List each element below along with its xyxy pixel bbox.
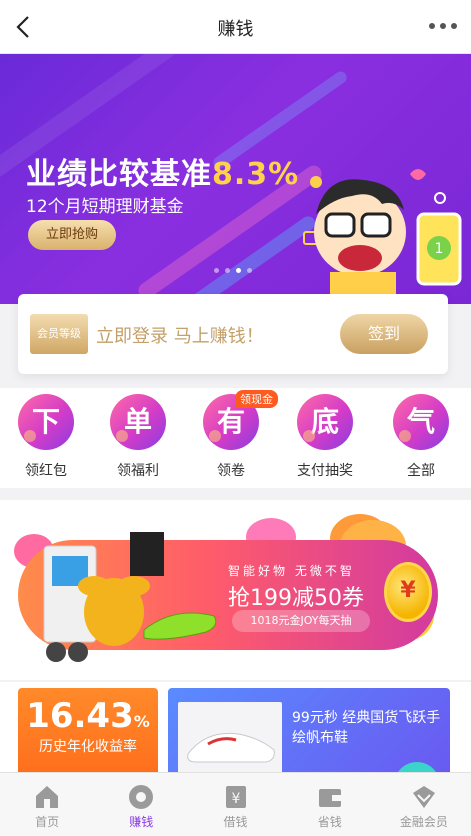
top-nav-bar: 赚钱 <box>0 0 471 54</box>
buy-now-button[interactable]: 立即抢购 <box>28 220 116 250</box>
product-cards: 16.43% 历史年化收益率 99元秒 经典国货飞跃手绘帆布鞋 <box>0 682 471 788</box>
login-prompt[interactable]: 立即登录 马上赚钱！ <box>96 322 264 348</box>
quick-entry-all[interactable]: 气 全部 <box>381 394 461 480</box>
banner-pagination <box>214 268 252 273</box>
all-entries-icon: 气 <box>393 394 449 450</box>
home-icon <box>36 786 59 808</box>
promo-pill[interactable]: 1018元金JOY每天抽 <box>232 610 370 632</box>
yuan-coin-icon: ¥ <box>384 562 432 622</box>
bottom-tab-bar: 首页 赚钱 ¥ 借钱 省钱 金融会员 <box>0 772 471 836</box>
shoe-image <box>178 702 282 782</box>
benefits-icon: 单 <box>110 394 166 450</box>
quick-entry-red-packet[interactable]: 下 领红包 <box>6 394 86 480</box>
mascot-illustration: 1 <box>303 169 462 304</box>
tab-vip[interactable]: 金融会员 <box>377 773 471 836</box>
earn-page: 赚钱 业绩比较基准8.3% 12个月短期理财基金 立即抢购 1 会员等级 立即登… <box>0 0 471 836</box>
more-dots-icon[interactable] <box>429 18 457 34</box>
member-level-badge: 会员等级 <box>30 314 88 354</box>
promo-tagline: 智能好物 无微不智 <box>228 564 355 578</box>
red-packet-icon: 下 <box>18 394 74 450</box>
svg-text:1: 1 <box>435 241 444 257</box>
svg-text:¥: ¥ <box>231 791 240 807</box>
wallet-icon <box>318 789 341 807</box>
promo-headline: 抢199减50券 <box>228 586 364 611</box>
banner-headline: 业绩比较基准8.3% <box>26 157 300 192</box>
signin-button[interactable]: 签到 <box>340 314 428 354</box>
vip-diamond-icon <box>412 786 435 808</box>
quick-entry-pay-lottery[interactable]: 底 支付抽奖 <box>285 394 365 480</box>
products-illustration <box>43 532 217 662</box>
coupon-promo-section: 智能好物 无微不智 抢199减50券 1018元金JOY每天抽 ¥ <box>0 500 471 680</box>
tab-home[interactable]: 首页 <box>0 773 94 836</box>
quick-entry-benefits[interactable]: 单 领福利 <box>98 394 178 480</box>
yield-rate: 16.43% <box>26 696 150 736</box>
page-title: 赚钱 <box>217 19 254 40</box>
member-login-card[interactable]: 会员等级 立即登录 马上赚钱！ 签到 <box>18 294 448 374</box>
cash-tag-badge: 领现金 <box>235 390 278 408</box>
shoe-deal-text: 99元秒 经典国货飞跃手绘帆布鞋 <box>292 710 441 746</box>
promo-banner[interactable]: 业绩比较基准8.3% 12个月短期理财基金 立即抢购 1 <box>0 54 471 304</box>
tab-borrow[interactable]: ¥ 借钱 <box>188 773 282 836</box>
quick-entry-grid: 下 领红包 单 领福利 有 领现金 领卷 底 支付抽奖 气 全部 <box>0 388 471 488</box>
yield-label: 历史年化收益率 <box>39 739 137 755</box>
banner-subtitle: 12个月短期理财基金 <box>26 197 184 217</box>
borrow-icon: ¥ <box>225 786 246 808</box>
earn-icon <box>129 785 154 809</box>
tab-save[interactable]: 省钱 <box>283 773 377 836</box>
tab-earn[interactable]: 赚钱 <box>94 773 188 836</box>
pay-lottery-icon: 底 <box>297 394 353 450</box>
quick-entry-coupon[interactable]: 有 领现金 领卷 <box>191 390 278 480</box>
